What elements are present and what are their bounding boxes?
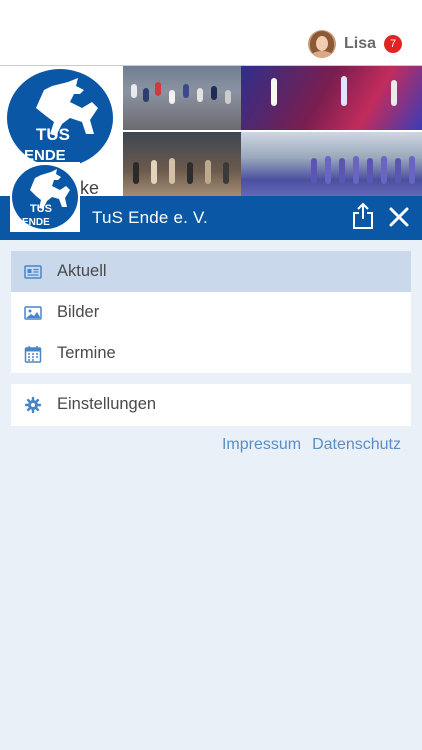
newspaper-icon (24, 265, 42, 279)
photo-group (123, 132, 241, 196)
image-icon (24, 306, 42, 320)
calendar-icon (24, 346, 42, 363)
datenschutz-link[interactable]: Datenschutz (312, 436, 401, 454)
menu-item-einstellungen[interactable]: Einstellungen (11, 384, 411, 425)
small-logo-text-line2: ENDE (22, 217, 50, 228)
footer-links: Impressum Datenschutz (222, 436, 401, 454)
menu-item-bilder[interactable]: Bilder (11, 292, 411, 333)
settings-menu: Einstellungen (11, 384, 411, 426)
user-menu[interactable]: Lisa 7 (307, 30, 402, 58)
club-logo-small: TUS ENDE (10, 162, 80, 232)
gear-icon (25, 397, 41, 413)
club-logo: TUS ENDE (7, 69, 113, 167)
menu-item-aktuell[interactable]: Aktuell (11, 251, 411, 292)
share-icon[interactable] (351, 202, 375, 230)
club-title: TuS Ende e. V. (92, 208, 208, 227)
menu-label-bilder: Bilder (57, 303, 100, 321)
notification-badge[interactable]: 7 (384, 35, 402, 53)
banner-partial-text: ke (80, 178, 100, 196)
close-icon[interactable] (388, 206, 410, 228)
menu-label-aktuell: Aktuell (57, 262, 107, 280)
photo-dance (241, 66, 422, 130)
top-bar: Lisa 7 (0, 0, 422, 66)
menu-item-termine[interactable]: Termine (11, 333, 411, 374)
user-name[interactable]: Lisa (344, 35, 376, 53)
photo-runners (123, 66, 241, 130)
main-menu: Aktuell Bilder Termine (11, 251, 411, 373)
logo-text-line1: TUS (36, 125, 70, 144)
photo-team (241, 132, 422, 196)
brand-bar: TUS ENDE TuS Ende e. V. (0, 162, 422, 240)
impressum-link[interactable]: Impressum (222, 436, 301, 454)
menu-label-einstellungen: Einstellungen (57, 395, 157, 413)
small-logo-text-line1: TUS (30, 203, 52, 215)
menu-label-termine: Termine (57, 344, 116, 362)
avatar[interactable] (307, 30, 336, 58)
